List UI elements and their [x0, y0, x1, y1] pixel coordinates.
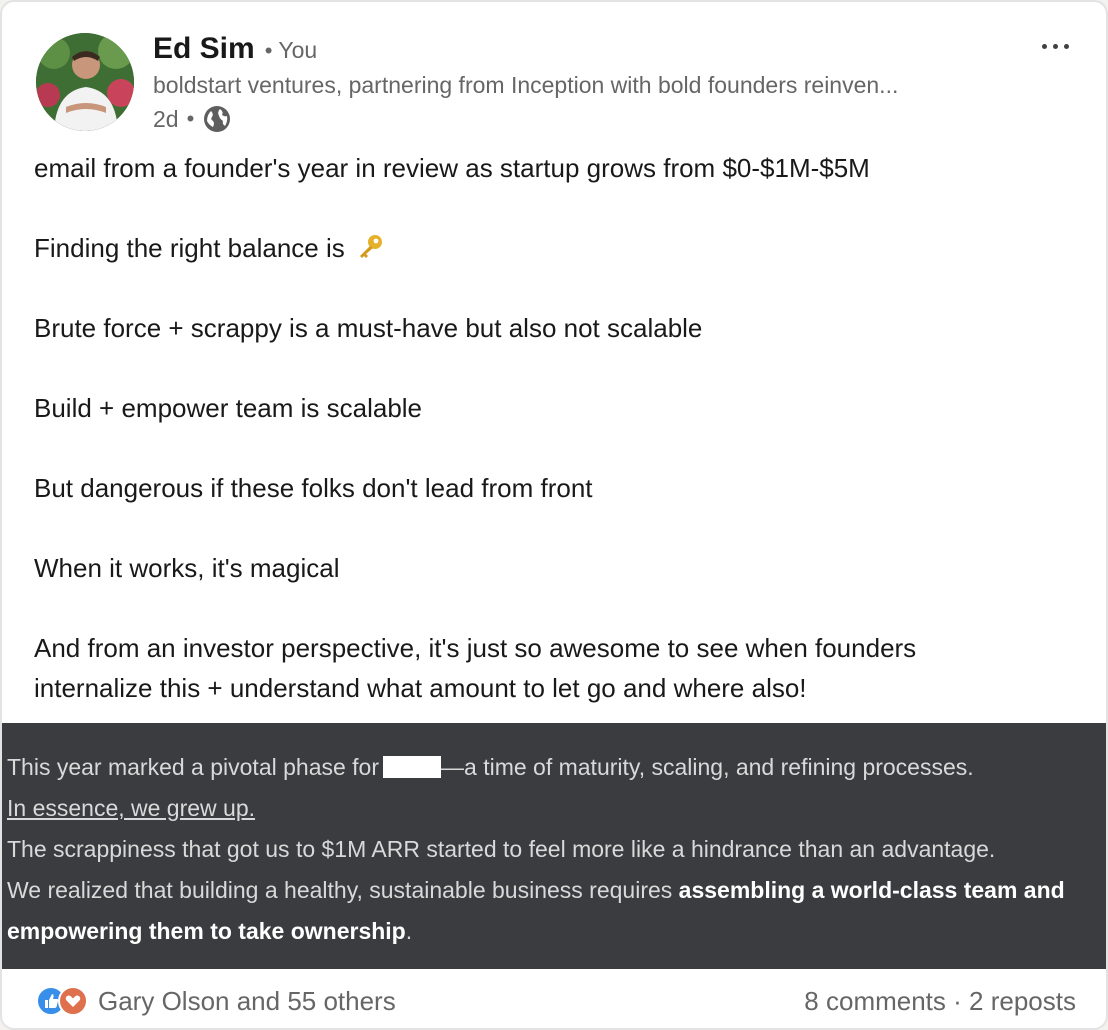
image-text-line: This year marked a pivotal phase for —a t…: [7, 752, 974, 782]
engagement-counts: 8 comments · 2 reposts: [804, 986, 1076, 1017]
post-text-line: Brute force + scrappy is a must-have but…: [34, 313, 703, 343]
image-bold-text: assembling a world-class team and: [678, 877, 1065, 903]
reaction-icons[interactable]: [36, 986, 92, 1018]
author-name[interactable]: Ed Sim: [153, 32, 255, 66]
redaction-box: [383, 756, 442, 778]
post-meta: 2d •: [153, 104, 232, 134]
post-card: Ed Sim • You boldstart ventures, partner…: [0, 0, 1108, 1030]
love-reaction-icon: [58, 986, 88, 1016]
image-text: We realized that building a healthy, sus…: [7, 877, 679, 903]
post-text-line: But dangerous if these folks don't lead …: [34, 473, 593, 503]
reactions-count[interactable]: Gary Olson and 55 others: [98, 986, 396, 1017]
post-text-line: Finding the right balance is: [34, 228, 384, 268]
globe-icon: [204, 106, 231, 132]
image-text: .: [405, 918, 413, 944]
post-text-line: email from a founder's year in review as…: [34, 153, 870, 183]
image-text-line: empowering them to take ownership.: [7, 916, 412, 946]
comments-count[interactable]: 8 comments: [804, 986, 946, 1016]
post-text-line: When it works, it's magical: [34, 553, 340, 583]
reposts-count[interactable]: 2 reposts: [969, 986, 1076, 1016]
author-relation: You: [278, 37, 318, 63]
image-text-line: We realized that building a healthy, sus…: [7, 875, 1065, 905]
post-image[interactable]: This year marked a pivotal phase for —a t…: [2, 723, 1106, 969]
image-text-line: In essence, we grew up.: [7, 795, 256, 821]
post-text: Finding the right balance is: [34, 233, 345, 263]
author-headline: boldstart ventures, partnering from Ince…: [153, 72, 899, 98]
post-text-line: Build + empower team is scalable: [34, 393, 423, 423]
more-options-button[interactable]: [1032, 28, 1078, 64]
author-avatar[interactable]: [36, 33, 134, 131]
dot: [1063, 43, 1069, 49]
post-text-line: internalize this + understand what amoun…: [34, 673, 807, 703]
dot: [1052, 43, 1058, 49]
image-bold-text: empowering them to take ownership: [7, 918, 406, 944]
post-text-line: And from an investor perspective, it's j…: [34, 633, 917, 663]
separator-dot: •: [264, 38, 273, 63]
separator-dot: •: [186, 106, 195, 131]
image-text-line: The scrappiness that got us to $1M ARR s…: [7, 836, 996, 862]
post-time: 2d: [153, 105, 179, 132]
image-text: This year marked a pivotal phase for: [7, 754, 380, 780]
separator-dot: ·: [953, 986, 962, 1016]
image-text: —a time of maturity, scaling, and refini…: [441, 754, 974, 780]
author-name-row: Ed Sim • You: [153, 32, 317, 66]
dot: [1041, 43, 1047, 49]
key-emoji-icon: [359, 235, 382, 258]
